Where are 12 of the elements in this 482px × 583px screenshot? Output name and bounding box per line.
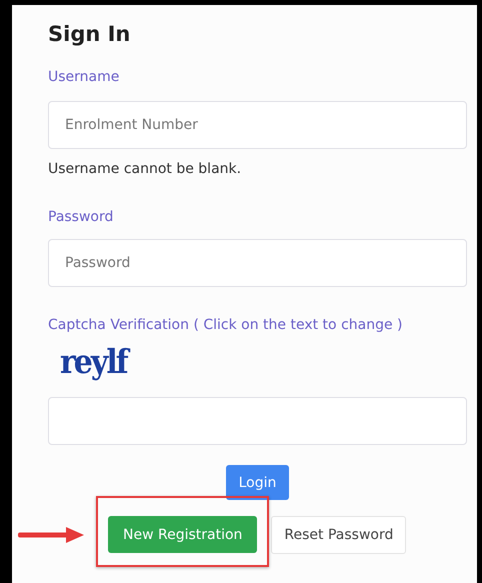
input-field[interactable] <box>48 397 467 445</box>
field-label: Username <box>48 68 120 87</box>
error-message: Username cannot be blank. <box>48 161 242 177</box>
input-field[interactable]: Password <box>48 239 467 287</box>
form-title: Sign In <box>48 21 132 47</box>
field-label: Password <box>48 208 114 227</box>
login-button[interactable]: Login <box>226 465 290 500</box>
reset-button[interactable]: Reset Password <box>271 516 406 554</box>
captcha-label: Captcha Verification ( Click on the text to change ) <box>48 316 402 335</box>
captcha-image[interactable]: reylf <box>60 341 127 385</box>
input-field[interactable]: Enrolment Number <box>48 101 467 149</box>
pointer-arrow <box>18 526 84 542</box>
